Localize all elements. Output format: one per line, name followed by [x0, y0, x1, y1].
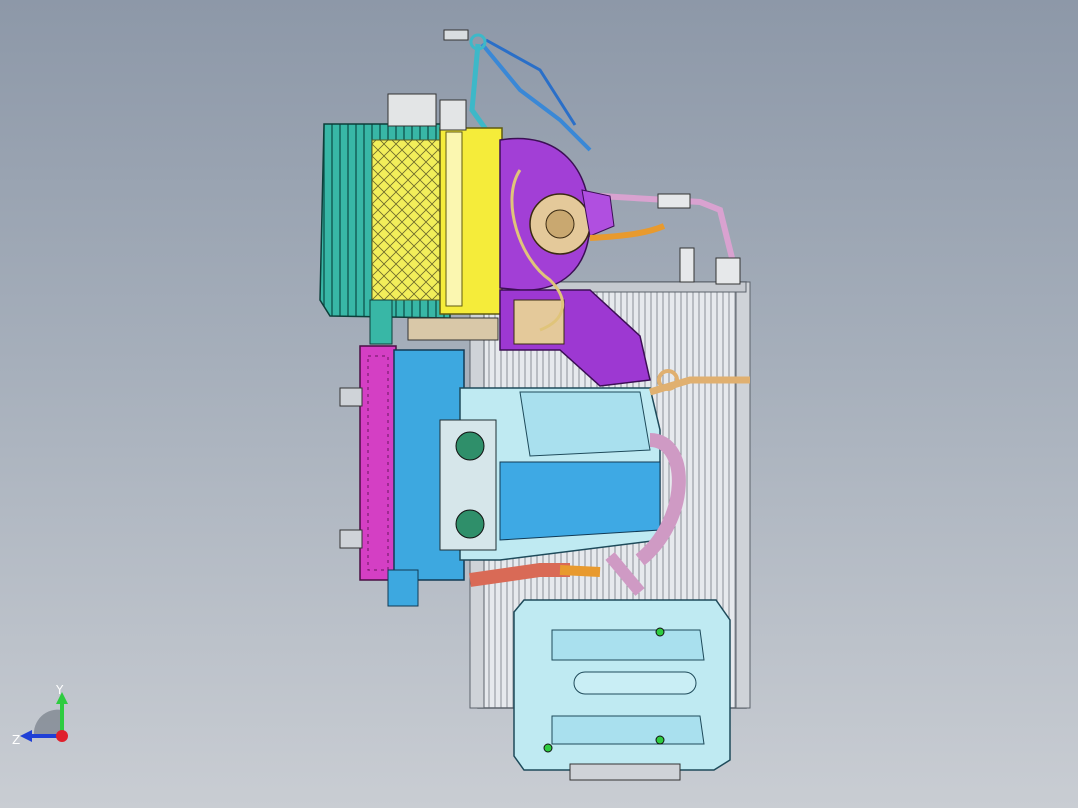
z-axis-arrow: [20, 730, 32, 742]
purple-blower-scroll: [499, 137, 666, 387]
cad-viewport[interactable]: Y Z: [0, 0, 1078, 808]
axis-triad: Y Z: [12, 684, 68, 747]
lower-reservoir-tank: [513, 599, 731, 781]
y-axis-label: Y: [55, 684, 64, 697]
cyan-filter-housing: [319, 93, 451, 345]
magenta-duct: [339, 345, 397, 581]
x-axis-dot: [56, 730, 68, 742]
z-axis-label: Z: [12, 733, 20, 747]
hvac-assembly-model[interactable]: [0, 0, 1078, 808]
